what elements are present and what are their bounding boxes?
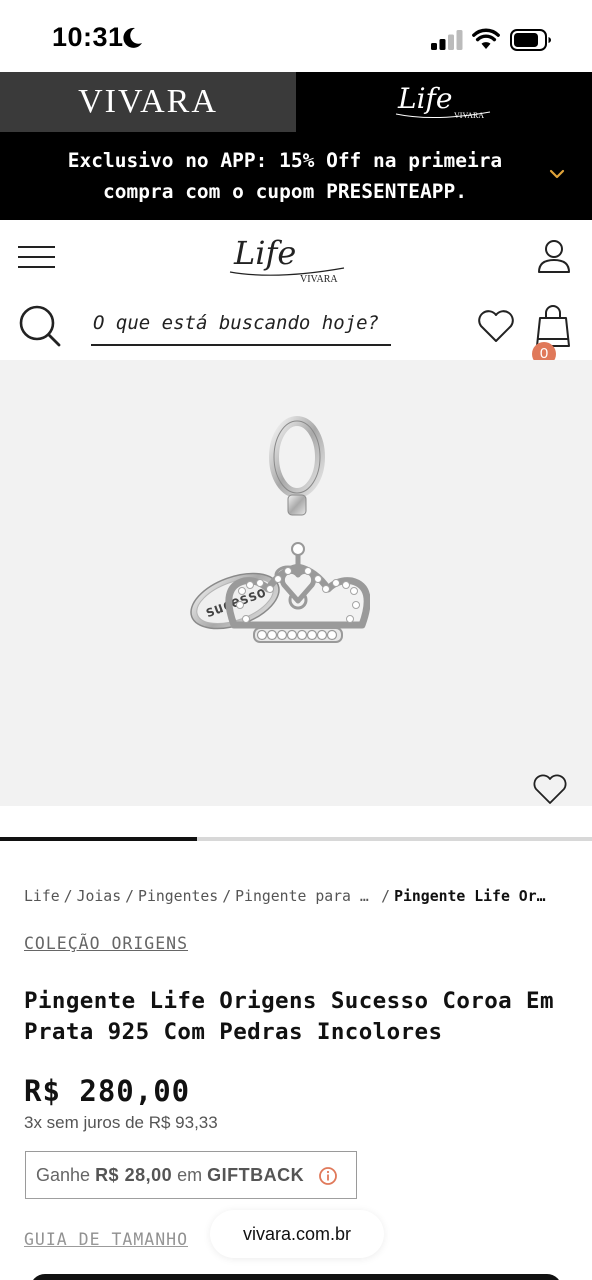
product-title: Pingente Life Origens Sucesso Coroa Em P… [24,988,554,1045]
search-input[interactable] [91,302,391,346]
vivara-logo: VIVARA [78,83,218,120]
installments-text: 3x sem juros de R$ 93,33 [24,1113,218,1132]
giftback-amount: R$ 28,00 [95,1165,173,1185]
breadcrumb-link-joias[interactable]: Joias [77,888,122,905]
product-price: R$ 280,00 [24,1074,191,1108]
user-account-icon[interactable] [536,238,572,274]
gallery-progress-bar [0,837,592,841]
collection-link[interactable]: COLEÇÃO ORIGENS [24,934,188,953]
svg-text:Life: Life [397,82,452,115]
site-header: Life VIVARA 0 [0,220,592,366]
promo-line-2: compra com o cupom PRESENTEAPP. [103,180,467,203]
product-wishlist-heart-icon[interactable] [532,774,568,806]
promo-banner[interactable]: Exclusivo no APP: 15% Off na primeira co… [0,132,592,220]
breadcrumb: Life / Joias / Pingentes / Pingente para P… / Pi… [24,888,547,905]
search-icon[interactable] [18,304,62,348]
product-image[interactable]: sucesso [180,415,370,655]
promo-text: Exclusivo no APP: 15% Off na primeira co… [30,145,540,207]
shopping-bag-icon[interactable] [534,304,572,348]
giftback-text: Ganhe R$ 28,00 em GIFTBACK [36,1165,305,1185]
giftback-box: Ganhe R$ 28,00 em GIFTBACK [25,1151,357,1199]
wifi-icon [472,28,500,49]
breadcrumb-link-pingentes[interactable]: Pingentes [138,888,218,905]
breadcrumb-link-life[interactable]: Life [24,888,60,905]
gallery-progress-fill [0,837,198,841]
tab-life[interactable]: Life VIVARA [296,72,592,132]
cellular-signal-icon [431,30,463,50]
browser-url-pill[interactable]: vivara.com.br [210,1210,384,1258]
moon-icon [123,27,142,48]
tab-vivara[interactable]: VIVARA [0,72,296,132]
promo-line-1: Exclusivo no APP: 15% Off na primeira [67,149,503,172]
life-logo[interactable]: Life VIVARA [226,230,348,286]
svg-text:Life: Life [233,234,296,272]
breadcrumb-link-pingente-para[interactable]: Pingente para P… [235,888,377,905]
breadcrumb-current: Pingente Life Ori… [394,888,547,905]
life-logo-white: Life VIVARA [395,82,491,120]
status-time: 10:31 [52,22,124,52]
product-gallery[interactable]: sucesso [0,360,592,806]
brand-tabs: VIVARA Life VIVARA [0,72,592,132]
battery-icon [510,29,551,51]
buy-button[interactable] [30,1274,562,1280]
size-guide-link[interactable]: GUIA DE TAMANHO [24,1230,188,1249]
chevron-down-icon[interactable] [549,168,565,180]
hamburger-menu-icon[interactable] [18,245,56,269]
status-bar: 10:31 [0,0,592,72]
info-icon[interactable] [318,1166,338,1186]
giftback-label: GIFTBACK [207,1165,305,1185]
svg-text:VIVARA: VIVARA [300,274,338,285]
wishlist-heart-icon[interactable] [476,308,516,344]
